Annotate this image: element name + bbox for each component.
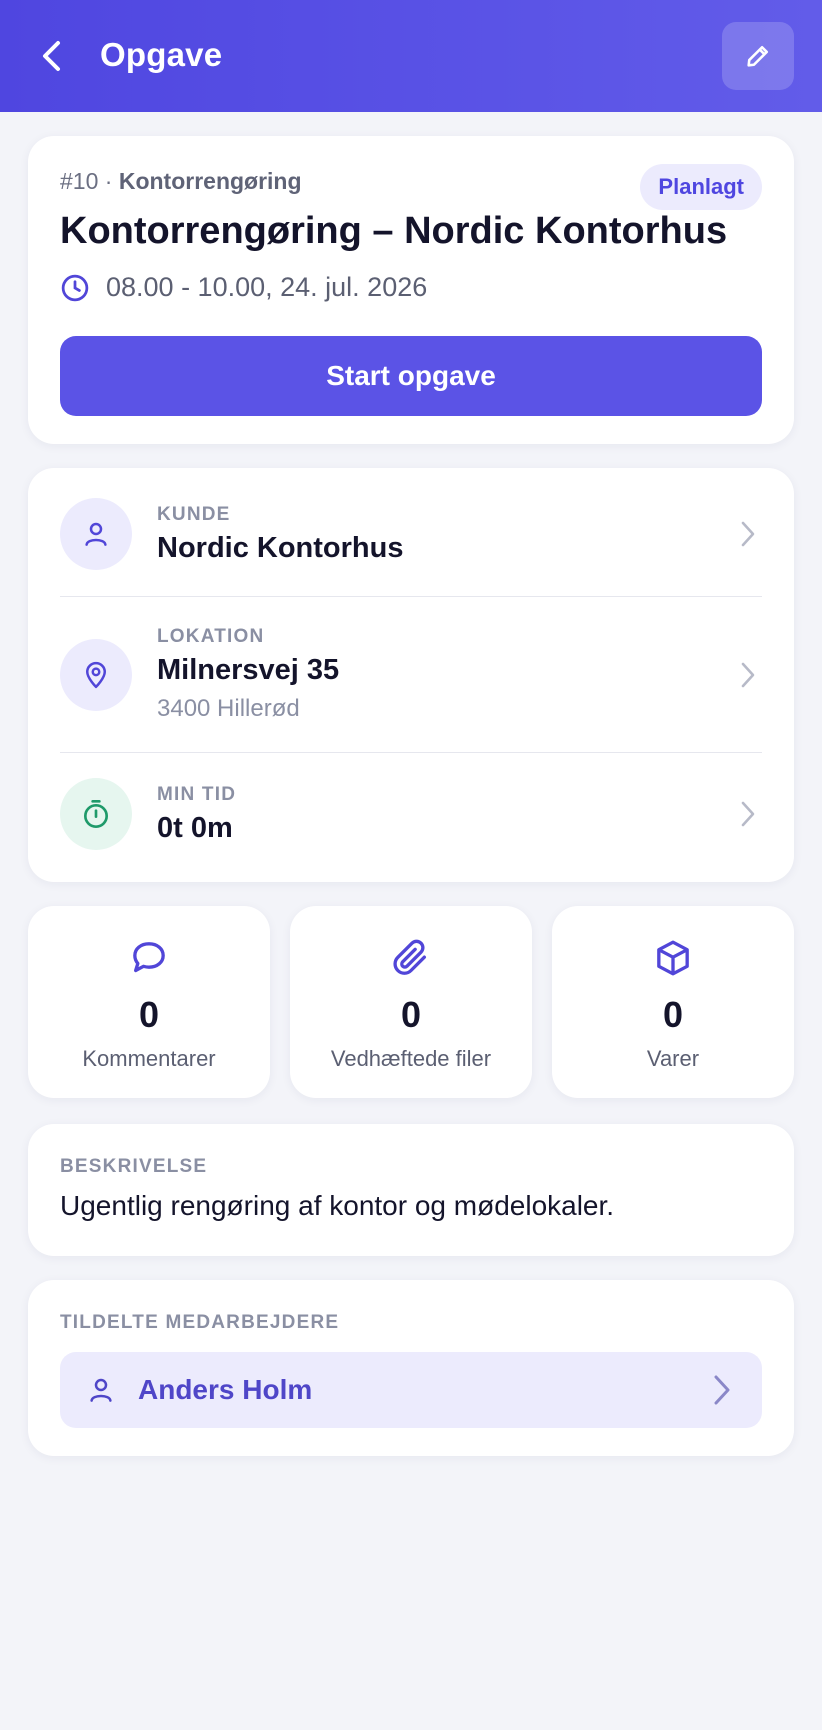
my-time-label: MIN TID — [157, 783, 237, 805]
chevron-right-icon — [741, 662, 755, 687]
items-label: Varer — [646, 1046, 700, 1071]
divider — [60, 752, 762, 753]
meta-separator: · — [104, 168, 113, 194]
location-address: Milnersvej 35 — [157, 654, 340, 686]
task-time: 08.00 - 10.00, 24. jul. 2026 — [106, 272, 428, 302]
task-meta: #10 · Kontorrengøring — [60, 168, 302, 195]
chevron-right-icon — [714, 1375, 730, 1405]
clock-icon — [61, 274, 89, 301]
assignee-row[interactable]: Anders Holm — [60, 1352, 762, 1428]
my-time-row[interactable]: MIN TID 0t 0m — [60, 778, 762, 850]
customer-name: Nordic Kontorhus — [157, 531, 404, 564]
page-title: Opgave — [100, 36, 223, 73]
chevron-right-icon — [741, 801, 755, 827]
customer-row[interactable]: KUNDE Nordic Kontorhus — [60, 498, 762, 570]
attachments-count: 0 — [400, 994, 422, 1035]
assigned-card: TILDELTE MEDARBEJDERE Anders Holm — [28, 1280, 794, 1456]
items-count: 0 — [662, 994, 684, 1035]
divider — [60, 596, 762, 597]
user-icon — [85, 522, 107, 546]
back-button[interactable] — [30, 32, 74, 80]
comments-stat-card[interactable]: 0 Kommentarer — [28, 906, 270, 1098]
location-label: LOKATION — [157, 626, 265, 647]
paperclip-icon — [393, 939, 426, 975]
assignee-name: Anders Holm — [138, 1374, 313, 1405]
app-header: Opgave — [0, 0, 822, 112]
edit-button[interactable] — [722, 22, 794, 90]
customer-label: KUNDE — [157, 503, 231, 525]
location-icon-wrap — [60, 638, 132, 711]
map-pin-icon — [86, 661, 106, 688]
start-task-button[interactable]: Start opgave — [60, 336, 762, 416]
attachments-stat-card[interactable]: 0 Vedhæftede filer — [290, 906, 532, 1098]
comment-icon — [133, 942, 165, 973]
timer-icon-wrap — [60, 778, 132, 850]
description-card: BESKRIVELSE Ugentlig rengøring af kontor… — [28, 1124, 794, 1256]
description-text: Ugentlig rengøring af kontor og mødeloka… — [60, 1190, 615, 1221]
chevron-left-icon — [43, 41, 60, 71]
task-summary-card: #10 · Kontorrengøring Planlagt Kontorren… — [28, 136, 794, 444]
items-stat-card[interactable]: 0 Varer — [552, 906, 794, 1098]
my-time-value: 0t 0m — [157, 811, 233, 844]
box-icon — [657, 940, 689, 976]
comments-count: 0 — [138, 994, 160, 1035]
attachments-label: Vedhæftede filer — [330, 1046, 492, 1071]
details-card: KUNDE Nordic Kontorhus LOKATION Milnersv… — [28, 468, 794, 882]
status-badge: Planlagt — [640, 164, 762, 210]
pencil-icon — [747, 45, 769, 67]
stopwatch-icon — [84, 800, 108, 828]
location-city: 3400 Hillerød — [157, 695, 300, 722]
task-number: #10 — [60, 168, 99, 194]
location-row[interactable]: LOKATION Milnersvej 35 3400 Hillerød — [60, 626, 762, 723]
task-title: Kontorrengøring – Nordic Kontorhus — [60, 210, 728, 252]
task-category: Kontorrengøring — [118, 168, 302, 194]
customer-icon-wrap — [60, 498, 132, 570]
task-time-row: 08.00 - 10.00, 24. jul. 2026 — [60, 272, 427, 303]
comments-label: Kommentarer — [82, 1046, 216, 1071]
assigned-label: TILDELTE MEDARBEJDERE — [60, 1312, 340, 1333]
user-icon — [90, 1378, 112, 1402]
chevron-right-icon — [741, 521, 755, 547]
description-label: BESKRIVELSE — [60, 1156, 208, 1177]
